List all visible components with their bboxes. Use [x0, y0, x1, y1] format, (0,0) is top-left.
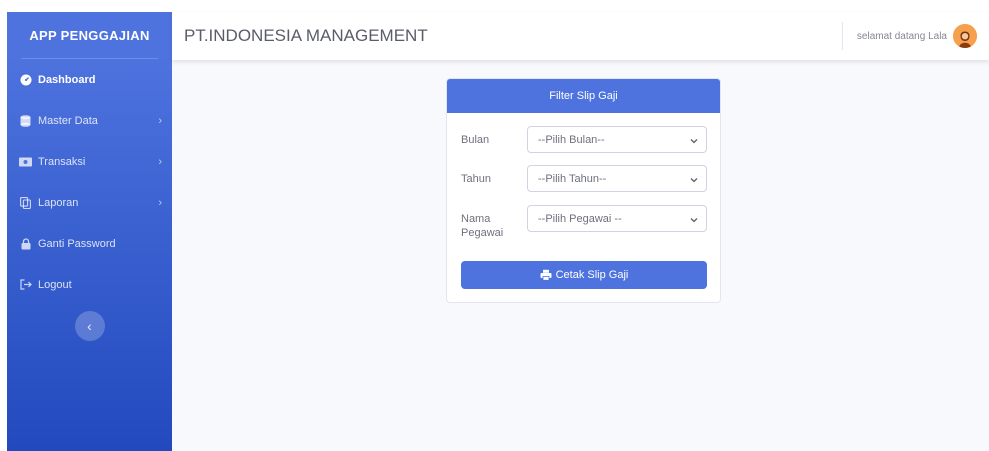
brand-title[interactable]: APP PENGGAJIAN: [7, 12, 172, 58]
top-strip: [0, 0, 989, 12]
topbar: PT.INDONESIA MANAGEMENT selamat datang L…: [172, 12, 989, 60]
sidebar-item-label: Transaksi: [38, 155, 86, 168]
select-value: --Pilih Bulan--: [538, 133, 605, 146]
user-greeting[interactable]: selamat datang Lala: [857, 31, 947, 42]
form-row-bulan: Bulan --Pilih Bulan--: [461, 126, 707, 153]
field-label: Bulan: [461, 134, 490, 146]
sidebar: APP PENGGAJIAN Dashboard Master Data › T…: [7, 12, 172, 451]
sidebar-item-laporan[interactable]: Laporan ›: [7, 182, 172, 223]
sidebar-toggle-button[interactable]: ‹: [74, 311, 105, 341]
sign-out-icon: [19, 278, 32, 291]
main-content: PT.INDONESIA MANAGEMENT selamat datang L…: [172, 12, 989, 451]
chevron-down-icon: [690, 175, 698, 183]
chevron-down-icon: [690, 136, 698, 144]
form-row-tahun: Tahun --Pilih Tahun--: [461, 165, 707, 192]
chevron-right-icon: ›: [158, 155, 162, 168]
select-value: --Pilih Tahun--: [538, 172, 607, 185]
filter-card: Filter Slip Gaji Bulan --Pilih Bulan-- T…: [446, 78, 721, 303]
print-icon: [540, 269, 552, 281]
card-title: Filter Slip Gaji: [447, 79, 720, 113]
lock-icon: [19, 237, 32, 250]
field-label: Tahun: [461, 173, 491, 185]
select-value: --Pilih Pegawai --: [538, 212, 622, 225]
sidebar-item-master-data[interactable]: Master Data ›: [7, 100, 172, 141]
bulan-select[interactable]: --Pilih Bulan--: [527, 126, 707, 153]
chevron-down-icon: [690, 215, 698, 223]
user-menu[interactable]: selamat datang Lala: [841, 22, 977, 50]
chevron-right-icon: ›: [158, 114, 162, 127]
button-label: Cetak Slip Gaji: [555, 269, 629, 281]
field-label: Nama Pegawai: [461, 213, 504, 239]
sidebar-item-label: Master Data: [38, 114, 98, 127]
sidebar-item-dashboard[interactable]: Dashboard: [7, 59, 172, 100]
sidebar-item-transaksi[interactable]: Transaksi ›: [7, 141, 172, 182]
avatar[interactable]: [953, 24, 977, 48]
tachometer-icon: [19, 73, 32, 86]
money-icon: [19, 155, 32, 168]
database-icon: [19, 114, 32, 127]
sidebar-item-ganti-password[interactable]: Ganti Password: [7, 223, 172, 264]
sidebar-item-label: Logout: [38, 278, 72, 291]
form-row-pegawai: Nama Pegawai --Pilih Pegawai --: [461, 205, 707, 240]
sidebar-item-label: Laporan: [38, 196, 79, 209]
company-title: PT.INDONESIA MANAGEMENT: [184, 26, 428, 45]
tahun-select[interactable]: --Pilih Tahun--: [527, 165, 707, 192]
sidebar-item-label: Dashboard: [38, 73, 96, 86]
topbar-divider: [841, 22, 843, 50]
print-slip-button[interactable]: Cetak Slip Gaji: [461, 261, 707, 289]
chevron-right-icon: ›: [158, 196, 162, 209]
chevron-left-icon: ‹: [87, 318, 92, 334]
pegawai-select[interactable]: --Pilih Pegawai --: [527, 205, 707, 232]
sidebar-item-label: Ganti Password: [38, 237, 116, 250]
copy-icon: [19, 196, 32, 209]
sidebar-item-logout[interactable]: Logout: [7, 264, 172, 305]
